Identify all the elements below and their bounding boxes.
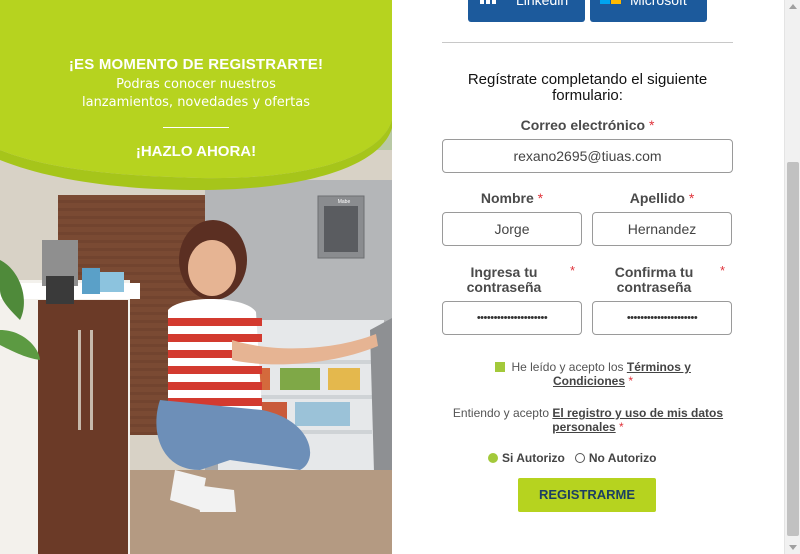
password-required-mark: * [570, 263, 576, 278]
radio-unselected-icon [574, 453, 585, 463]
registration-panel: Linkedin Microsoft Regístrate completand… [392, 0, 784, 554]
terms-required-mark: * [628, 374, 634, 388]
consent-prefix: Entiendo y acepto [452, 406, 549, 420]
last-name-field[interactable]: Hernandez [592, 212, 732, 246]
confirm-password-required-mark: * [720, 263, 726, 278]
fridge-brand-label: Mabe [337, 199, 351, 205]
linkedin-signin-button[interactable]: Linkedin [468, 0, 585, 22]
promo-subtext-line-1: Podras conocer nuestros [116, 77, 276, 92]
first-name-field[interactable]: Jorge [442, 212, 582, 246]
confirm-password-field[interactable]: ••••••••••••••••••••• [592, 301, 732, 335]
radio-si-label: Si Autorizo [502, 451, 565, 465]
confirm-password-label: Confirma tu contraseña [614, 264, 694, 295]
password-label: Ingresa tu contraseña [466, 264, 542, 295]
radio-si-autorizo[interactable]: Si Autorizo [488, 451, 565, 465]
email-label: Correo electrónico * [442, 118, 733, 133]
linkedin-label: Linkedin [516, 0, 569, 8]
scroll-thumb[interactable] [787, 162, 799, 536]
promo-subtext-line-2: lanzamientos, novedades y ofertas [81, 95, 310, 110]
data-consent-text: Entiendo y acepto El registro y uso de m… [452, 406, 724, 434]
last-name-required-mark: * [688, 190, 695, 206]
page-scrollbar[interactable] [784, 0, 800, 554]
last-name-label-text: Apellido [629, 190, 685, 206]
consent-link[interactable]: El registro y uso de mis datos personale… [552, 406, 723, 434]
scroll-up-icon[interactable] [789, 4, 797, 9]
register-button[interactable]: REGISTRARME [518, 478, 656, 512]
promo-headline: ¡ES MOMENTO DE REGISTRARTE! [68, 56, 324, 73]
promo-subtext: Podras conocer nuestros lanzamientos, no… [60, 76, 332, 112]
first-name-label: Nombre * [442, 191, 582, 206]
email-label-text: Correo electrónico [520, 117, 646, 133]
radio-no-autorizo[interactable]: No Autorizo [574, 451, 657, 465]
terms-row: He leído y acepto los Términos y Condici… [468, 360, 718, 388]
first-name-label-text: Nombre [480, 190, 534, 206]
terms-checkbox[interactable] [495, 362, 506, 372]
consent-radio-group: Si Autorizo No Autorizo [488, 451, 688, 465]
sso-divider [442, 42, 733, 43]
email-required-mark: * [648, 117, 655, 133]
promo-text-block: ¡ES MOMENTO DE REGISTRARTE! Podras conoc… [0, 0, 392, 200]
microsoft-icon [600, 0, 621, 4]
promo-divider [163, 127, 229, 128]
scroll-down-icon[interactable] [789, 545, 797, 550]
microsoft-label: Microsoft [630, 0, 687, 8]
linkedin-icon [480, 0, 496, 4]
form-title: Regístrate completando el siguiente form… [467, 71, 708, 104]
consent-required-mark: * [619, 420, 624, 434]
terms-prefix: He leído y acepto los [511, 360, 624, 374]
email-field[interactable]: rexano2695@tiuas.com [442, 139, 733, 173]
first-name-required-mark: * [537, 190, 544, 206]
last-name-label: Apellido * [592, 191, 732, 206]
microsoft-signin-button[interactable]: Microsoft [590, 0, 707, 22]
radio-no-label: No Autorizo [588, 451, 657, 465]
promo-panel: ¡ES MOMENTO DE REGISTRARTE! Podras conoc… [0, 0, 392, 554]
radio-selected-icon [488, 453, 498, 463]
promo-cta: ¡HAZLO AHORA! [135, 143, 257, 160]
password-field[interactable]: ••••••••••••••••••••• [442, 301, 582, 335]
